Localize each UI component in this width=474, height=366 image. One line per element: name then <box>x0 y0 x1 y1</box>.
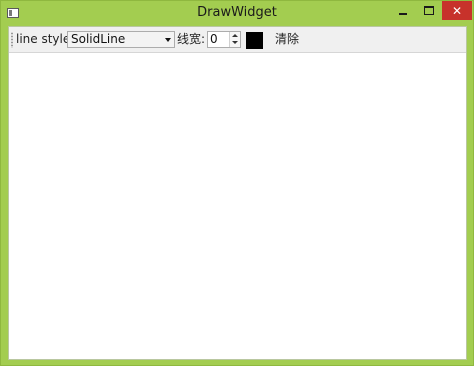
toolbar: line style SolidLine 线宽: 0 清除 <box>9 27 466 53</box>
minimize-button[interactable] <box>390 1 416 20</box>
line-style-value: SolidLine <box>71 32 126 46</box>
spin-up-arrow-icon[interactable] <box>232 34 238 37</box>
color-picker-button[interactable] <box>246 32 263 49</box>
title-bar[interactable]: DrawWidget ✕ <box>1 1 473 26</box>
line-width-spinbox[interactable]: 0 <box>207 31 241 48</box>
spin-down-arrow-icon[interactable] <box>232 41 238 44</box>
line-width-label: 线宽: <box>177 32 206 46</box>
app-window: DrawWidget ✕ line style SolidLine 线宽: 0 <box>0 0 474 366</box>
line-width-value[interactable]: 0 <box>210 32 218 47</box>
spin-buttons <box>229 32 240 47</box>
maximize-button[interactable] <box>416 1 442 20</box>
client-area: line style SolidLine 线宽: 0 清除 <box>8 26 467 360</box>
toolbar-grip-handle[interactable] <box>11 32 13 48</box>
drawing-canvas[interactable] <box>9 53 466 359</box>
close-icon: ✕ <box>451 3 463 18</box>
line-style-combobox[interactable]: SolidLine <box>67 31 175 48</box>
close-button[interactable]: ✕ <box>442 1 472 20</box>
line-style-label: line style <box>16 32 71 46</box>
minimize-icon <box>399 12 407 15</box>
clear-button[interactable]: 清除 <box>275 32 299 47</box>
maximize-icon <box>424 6 434 15</box>
chevron-down-icon[interactable] <box>165 38 171 42</box>
